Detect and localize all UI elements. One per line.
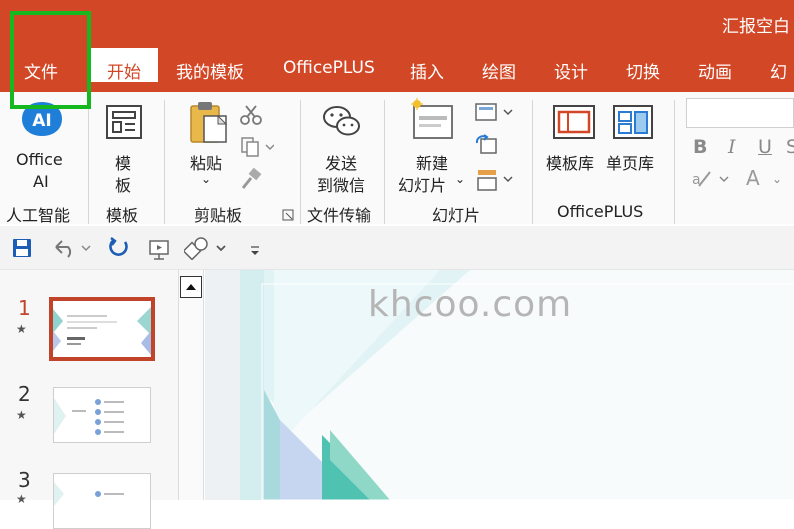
slide-thumbnail-panel: 1 ★ 2 ★ 3 ★ bbox=[0, 270, 178, 529]
undo-icon[interactable] bbox=[52, 238, 92, 262]
template-library-icon[interactable] bbox=[552, 104, 596, 144]
group-label-ai: 人工智能 bbox=[6, 206, 71, 225]
copy-icon[interactable] bbox=[240, 136, 275, 162]
redo-icon[interactable] bbox=[108, 236, 130, 262]
watermark-text: khcoo.com bbox=[368, 284, 573, 325]
font-name-input[interactable] bbox=[686, 98, 794, 128]
cut-icon[interactable] bbox=[240, 104, 262, 130]
send-wechat-label-2[interactable]: 到微信 bbox=[317, 172, 365, 196]
tab-animations[interactable]: 动画 bbox=[698, 58, 732, 83]
group-label-clipboard: 剪贴板 bbox=[194, 206, 243, 225]
slide-thumbnail-1[interactable] bbox=[49, 297, 155, 361]
new-slide-icon[interactable] bbox=[408, 98, 456, 146]
group-label-template: 模板 bbox=[106, 206, 139, 225]
clipboard-launcher-icon[interactable] bbox=[282, 206, 294, 225]
slide-number-2: 2 bbox=[18, 382, 31, 406]
bold-button[interactable]: B bbox=[693, 136, 707, 158]
paste-dropdown-icon[interactable]: ⌄ bbox=[201, 172, 211, 186]
new-slide-label-1[interactable]: 新建 bbox=[416, 150, 448, 174]
template-icon[interactable] bbox=[105, 104, 143, 144]
text-effects-icon[interactable]: a bbox=[690, 168, 734, 194]
svg-text:AI: AI bbox=[32, 111, 51, 131]
shapes-icon[interactable] bbox=[182, 236, 228, 264]
tab-slideshow[interactable]: 幻 bbox=[770, 58, 787, 83]
save-icon[interactable] bbox=[12, 238, 32, 262]
tab-transitions[interactable]: 切换 bbox=[626, 58, 660, 83]
italic-button[interactable]: I bbox=[728, 136, 736, 158]
group-separator bbox=[384, 100, 385, 224]
strikethrough-button[interactable]: S bbox=[786, 136, 794, 158]
slide-star-icon: ★ bbox=[16, 408, 27, 422]
send-wechat-label-1[interactable]: 发送 bbox=[325, 150, 357, 174]
office-ai-label-2[interactable]: AI bbox=[33, 172, 49, 191]
group-separator bbox=[164, 100, 165, 224]
tab-insert[interactable]: 插入 bbox=[410, 58, 444, 83]
template-library-label[interactable]: 模板库 bbox=[546, 150, 594, 174]
slide-star-icon: ★ bbox=[16, 322, 27, 336]
group-separator bbox=[674, 100, 675, 224]
thumbnail-scrollbar[interactable] bbox=[178, 270, 204, 500]
format-painter-icon[interactable] bbox=[240, 167, 262, 194]
group-separator bbox=[532, 100, 533, 224]
tab-design[interactable]: 设计 bbox=[554, 58, 588, 83]
tab-home[interactable]: 开始 bbox=[90, 48, 158, 83]
customize-toolbar-icon[interactable] bbox=[248, 242, 262, 261]
highlight-box bbox=[10, 11, 91, 109]
paste-icon[interactable] bbox=[188, 100, 230, 150]
slide-star-icon: ★ bbox=[16, 492, 27, 506]
slide-number-1: 1 bbox=[18, 296, 31, 320]
reset-icon[interactable] bbox=[474, 134, 498, 160]
section-icon[interactable] bbox=[474, 168, 516, 196]
slide-number-3: 3 bbox=[18, 468, 31, 492]
group-label-officeplus: OfficePLUS bbox=[557, 202, 644, 221]
new-slide-dropdown-icon[interactable]: ⌄ bbox=[455, 172, 465, 186]
group-separator bbox=[88, 100, 89, 224]
slide-thumbnail-3[interactable] bbox=[53, 473, 151, 529]
window-title: 汇报空白 bbox=[722, 17, 790, 37]
underline-button[interactable]: U bbox=[758, 136, 772, 158]
font-color-dropdown-icon[interactable]: ⌄ bbox=[772, 172, 782, 186]
group-label-transfer: 文件传输 bbox=[307, 206, 372, 225]
title-tab-bar: 汇报空白 文件 开始 我的模板 OfficePLUS 插入 绘图 设计 切换 动… bbox=[0, 0, 794, 92]
tab-my-templates[interactable]: 我的模板 bbox=[176, 58, 244, 83]
page-library-label[interactable]: 单页库 bbox=[606, 150, 654, 174]
scroll-up-button[interactable] bbox=[180, 276, 202, 298]
group-label-slides: 幻灯片 bbox=[432, 206, 481, 225]
new-slide-label-2[interactable]: 幻灯片 bbox=[398, 172, 446, 196]
template-label-2[interactable]: 板 bbox=[115, 172, 131, 196]
group-separator bbox=[300, 100, 301, 224]
font-color-button[interactable]: A bbox=[746, 166, 760, 190]
wechat-icon[interactable] bbox=[322, 104, 362, 144]
tab-draw[interactable]: 绘图 bbox=[482, 58, 516, 83]
arrow-up-icon bbox=[186, 284, 196, 290]
ribbon: AI Office AI 模 板 粘贴 ⌄ 发送 到微信 新建 幻灯片 ⌄ 模板… bbox=[0, 92, 794, 225]
office-ai-label-1[interactable]: Office bbox=[16, 150, 63, 169]
slide-thumbnail-2[interactable] bbox=[53, 387, 151, 443]
layout-icon[interactable] bbox=[474, 102, 516, 126]
slideshow-from-start-icon[interactable] bbox=[148, 238, 172, 264]
quick-access-toolbar bbox=[0, 226, 794, 270]
page-library-icon[interactable] bbox=[612, 104, 654, 144]
paste-label[interactable]: 粘贴 bbox=[190, 150, 222, 174]
template-label-1[interactable]: 模 bbox=[115, 150, 131, 174]
tab-officeplus[interactable]: OfficePLUS bbox=[283, 58, 375, 78]
